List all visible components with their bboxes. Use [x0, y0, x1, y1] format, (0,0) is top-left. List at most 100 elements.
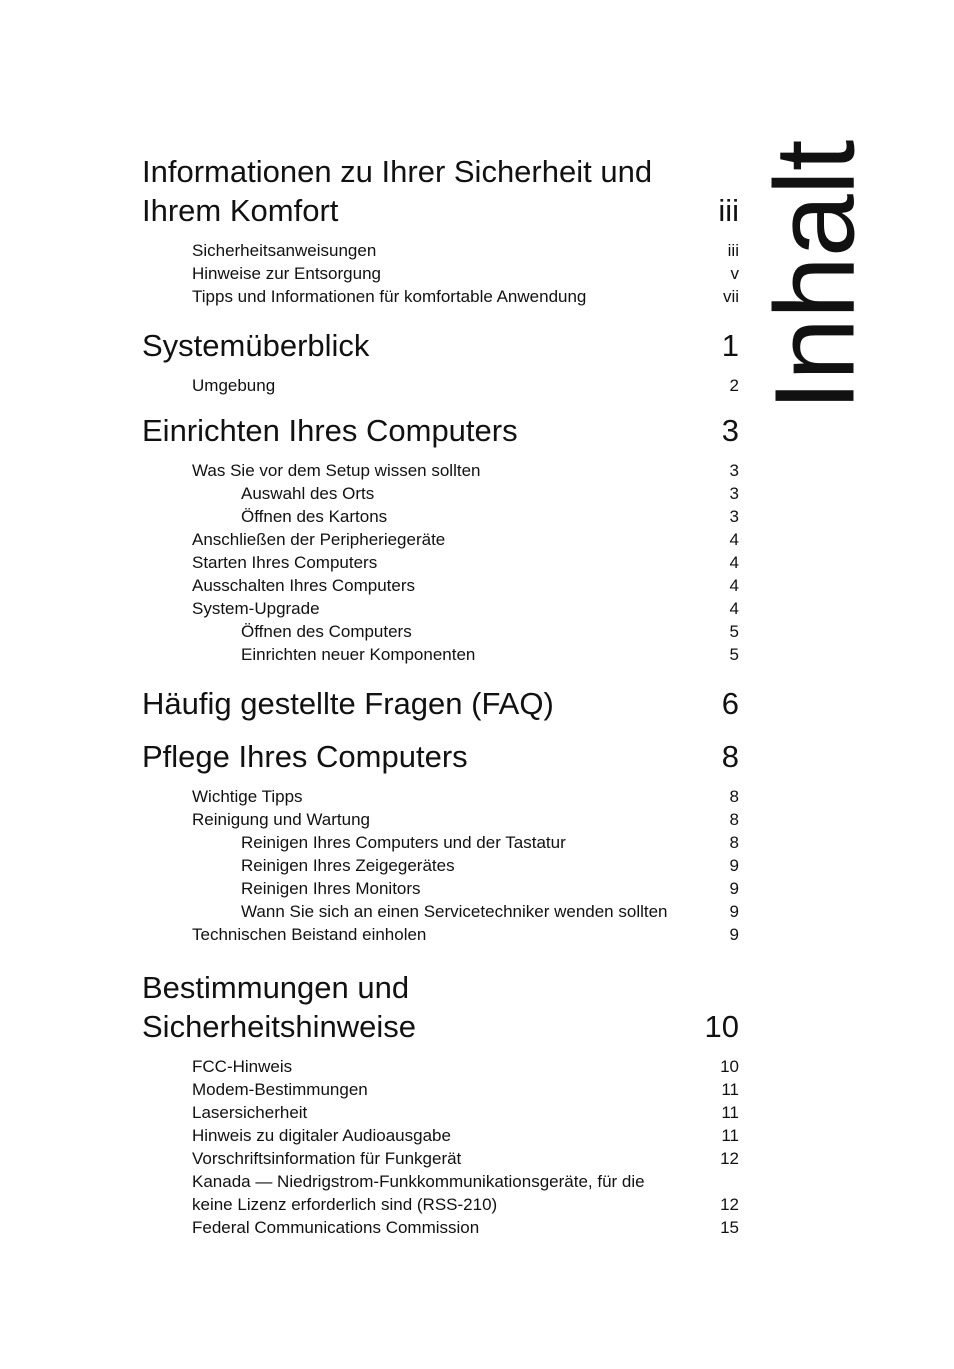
toc-subentry[interactable]: Öffnen des Computers 5 — [142, 620, 739, 643]
toc-entry[interactable]: Lasersicherheit 11 — [142, 1101, 739, 1124]
entry-page-number: 8 — [729, 787, 739, 806]
toc-subentry[interactable]: Auswahl des Orts 3 — [142, 482, 739, 505]
toc-entry[interactable]: Vorschriftsinformation für Funkgerät 12 — [142, 1147, 739, 1170]
toc-entry[interactable]: Tipps und Informationen für komfortable … — [142, 285, 739, 308]
toc-entry[interactable]: System-Upgrade 4 — [142, 597, 739, 620]
toc-entry[interactable]: Federal Communications Commission 15 — [142, 1216, 739, 1239]
entry-page-number: 4 — [729, 530, 739, 549]
entry-page-number: 9 — [729, 879, 739, 898]
entry-title: Reinigung und Wartung — [192, 810, 370, 829]
entry-title: Federal Communications Commission — [192, 1218, 480, 1237]
entry-page-number: 4 — [729, 553, 739, 572]
entry-page-number: 11 — [721, 1080, 739, 1099]
entry-page-number: 5 — [729, 645, 739, 664]
entry-title: System-Upgrade — [192, 599, 320, 618]
toc-entry[interactable]: Starten Ihres Computers 4 — [142, 551, 739, 574]
entry-title: Hinweis zu digitaler Audioausgabe — [192, 1126, 451, 1145]
toc-entry[interactable]: FCC-Hinweis 10 — [142, 1055, 739, 1078]
toc-section: Informationen zu Ihrer Sicherheit und Ih… — [142, 152, 739, 308]
toc-section-heading[interactable]: Einrichten Ihres Computers 3 — [142, 411, 739, 450]
toc-subentry[interactable]: Reinigen Ihres Monitors 9 — [142, 877, 739, 900]
entry-page-number: vii — [722, 287, 739, 306]
entry-title: Umgebung — [192, 376, 276, 395]
table-of-contents: Informationen zu Ihrer Sicherheit und Ih… — [142, 136, 739, 1239]
entry-title: Sicherheitsanweisungen — [192, 241, 377, 260]
entry-title: Auswahl des Orts — [241, 484, 375, 503]
toc-subentry[interactable]: Wann Sie sich an einen Servicetechniker … — [142, 900, 739, 923]
entry-page-number: 8 — [729, 833, 739, 852]
entry-page-number: 9 — [729, 856, 739, 875]
toc-entry[interactable]: Technischen Beistand einholen 9 — [142, 923, 739, 946]
toc-section: Pflege Ihres Computers 8 Wichtige Tipps 8 Re… — [142, 737, 739, 946]
vertical-chapter-title: Inhalt — [752, 140, 878, 412]
section-page-number: 3 — [721, 413, 739, 448]
toc-section: Bestimmungen und Sicherheitshinweise 10 FC… — [142, 968, 739, 1239]
entry-title: Tipps und Informationen für komfortable … — [192, 287, 587, 306]
entry-title: Reinigen Ihres Monitors — [241, 879, 421, 898]
section-page-number: 8 — [721, 739, 739, 774]
toc-section-heading[interactable]: Pflege Ihres Computers 8 — [142, 737, 739, 776]
entry-title: Wann Sie sich an einen Servicetechniker … — [241, 902, 668, 921]
entry-title: Einrichten neuer Komponenten — [241, 645, 476, 664]
section-title: Informationen zu Ihrer Sicherheit und Ih… — [142, 154, 653, 228]
entry-page-number: 8 — [729, 810, 739, 829]
entry-title: Was Sie vor dem Setup wissen sollten — [192, 461, 481, 480]
entry-page-number: 11 — [721, 1126, 739, 1145]
toc-section-heading[interactable]: Bestimmungen und Sicherheitshinweise 10 — [142, 968, 739, 1046]
toc-entry[interactable]: Ausschalten Ihres Computers 4 — [142, 574, 739, 597]
toc-subentry[interactable]: Reinigen Ihres Zeigegerätes 9 — [142, 854, 739, 877]
toc-subentry[interactable]: Reinigen Ihres Computers und der Tastatu… — [142, 831, 739, 854]
toc-subentry[interactable]: Einrichten neuer Komponenten 5 — [142, 643, 739, 666]
entry-page-number: 9 — [729, 902, 739, 921]
toc-section: Systemüberblick 1 Umgebung 2 — [142, 326, 739, 397]
entry-title: Modem-Bestimmungen — [192, 1080, 368, 1099]
section-page-number: 1 — [721, 328, 739, 363]
entry-title: Kanada — Niedrigstrom-Funkkommunikations… — [192, 1172, 645, 1214]
entry-page-number: 10 — [720, 1057, 739, 1076]
toc-entry[interactable]: Wichtige Tipps 8 — [142, 785, 739, 808]
entry-title: Wichtige Tipps — [192, 787, 303, 806]
entry-page-number: v — [730, 264, 740, 283]
section-page-number: 6 — [721, 686, 739, 721]
entry-page-number: 5 — [729, 622, 739, 641]
section-title: Pflege Ihres Computers — [142, 739, 468, 774]
toc-entry[interactable]: Was Sie vor dem Setup wissen sollten 3 — [142, 459, 739, 482]
toc-entry-list: Wichtige Tipps 8 Reinigung und Wartung 8 Rei… — [142, 776, 739, 946]
toc-entry[interactable]: Hinweis zu digitaler Audioausgabe 11 — [142, 1124, 739, 1147]
toc-entry-list: Was Sie vor dem Setup wissen sollten 3 Aus… — [142, 450, 739, 666]
entry-title: FCC-Hinweis — [192, 1057, 293, 1076]
entry-title: Reinigen Ihres Computers und der Tastatu… — [241, 833, 566, 852]
section-title: Einrichten Ihres Computers — [142, 413, 518, 448]
toc-entry[interactable]: Anschließen der Peripheriegeräte 4 — [142, 528, 739, 551]
section-page-number: 10 — [704, 1009, 739, 1044]
toc-entry[interactable]: Reinigung und Wartung 8 — [142, 808, 739, 831]
toc-entry[interactable]: Umgebung 2 — [142, 374, 739, 397]
toc-entry[interactable]: Modem-Bestimmungen 11 — [142, 1078, 739, 1101]
entry-title: Hinweise zur Entsorgung — [192, 264, 381, 283]
entry-page-number: 11 — [721, 1103, 739, 1122]
toc-subentry[interactable]: Öffnen des Kartons 3 — [142, 505, 739, 528]
entry-title: Reinigen Ihres Zeigegerätes — [241, 856, 455, 875]
entry-page-number: iii — [727, 241, 739, 260]
toc-section: Häufig gestellte Fragen (FAQ) 6 — [142, 684, 739, 723]
toc-section-heading[interactable]: Informationen zu Ihrer Sicherheit und Ih… — [142, 152, 739, 230]
entry-page-number: 9 — [729, 925, 739, 944]
entry-page-number: 3 — [729, 461, 739, 480]
entry-title: Ausschalten Ihres Computers — [192, 576, 415, 595]
toc-entry[interactable]: Kanada — Niedrigstrom-Funkkommunikations… — [142, 1170, 739, 1216]
entry-title: Starten Ihres Computers — [192, 553, 378, 572]
toc-section-heading[interactable]: Systemüberblick 1 — [142, 326, 739, 365]
entry-page-number: 12 — [720, 1195, 739, 1214]
toc-entry[interactable]: Hinweise zur Entsorgung v — [142, 262, 739, 285]
section-title: Bestimmungen und Sicherheitshinweise — [142, 970, 416, 1044]
entry-page-number: 3 — [729, 484, 739, 503]
toc-section: Einrichten Ihres Computers 3 Was Sie vor d… — [142, 411, 739, 666]
toc-entry-list: Sicherheitsanweisungen iii Hinweise zur En… — [142, 230, 739, 308]
entry-page-number: 2 — [729, 376, 739, 395]
toc-entry-list: FCC-Hinweis 10 Modem-Bestimmungen 11 Lasersi… — [142, 1046, 739, 1239]
toc-section-heading[interactable]: Häufig gestellte Fragen (FAQ) 6 — [142, 684, 739, 723]
toc-entry-list: Umgebung 2 — [142, 365, 739, 397]
toc-entry[interactable]: Sicherheitsanweisungen iii — [142, 239, 739, 262]
entry-page-number: 3 — [729, 507, 739, 526]
entry-title: Anschließen der Peripheriegeräte — [192, 530, 446, 549]
